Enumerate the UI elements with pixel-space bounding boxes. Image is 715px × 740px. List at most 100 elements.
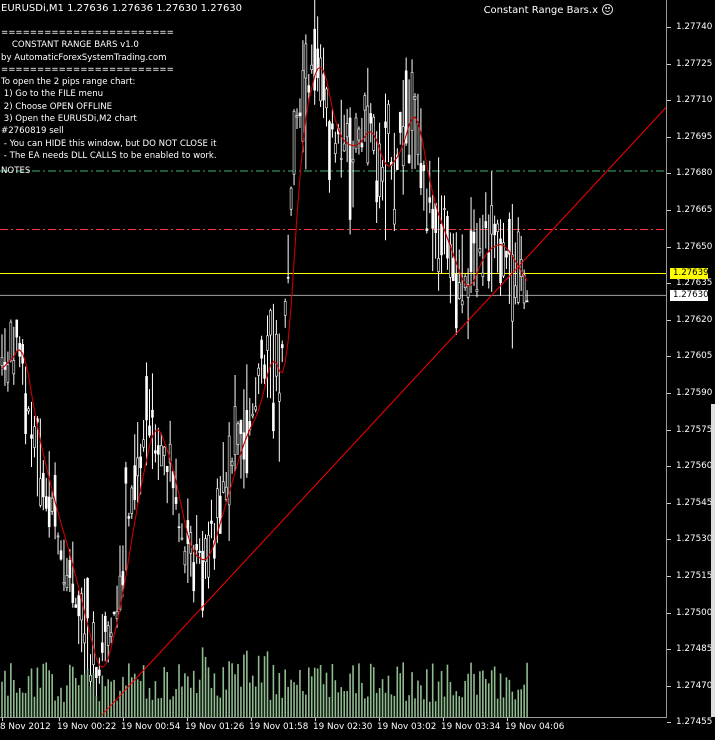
- time-label: 19 Nov 00:22: [57, 722, 117, 732]
- candle-body: [95, 666, 98, 679]
- candle-body: [360, 143, 364, 148]
- candle-body: [487, 252, 491, 282]
- candle-body: [145, 376, 148, 421]
- trendline: [101, 107, 666, 716]
- price-axis[interactable]: 1.27740 1.27725 1.27710 1.27695 1.27680 1.276…: [667, 0, 715, 727]
- candle-body: [505, 250, 508, 258]
- price-tick: [667, 173, 671, 175]
- candle-body: [369, 113, 373, 124]
- candle-body: [387, 104, 390, 134]
- price-label: 1.27680: [676, 168, 713, 179]
- candle-body: [283, 301, 287, 316]
- price-tick: [667, 100, 671, 102]
- candle-body: [260, 339, 263, 359]
- candle-body: [254, 406, 257, 411]
- candle-body: [124, 467, 128, 484]
- candle-body: [339, 158, 343, 160]
- time-label: 19 Nov 01:26: [185, 722, 245, 732]
- candle-body: [437, 258, 440, 272]
- symbol-title: EURUSDi,M1 1.27636 1.27636 1.27630 1.276…: [1, 3, 243, 14]
- candle-body: [239, 420, 243, 434]
- candle-body: [275, 333, 278, 377]
- candle-body: [422, 165, 426, 171]
- candle-body: [325, 88, 328, 109]
- candle-body: [331, 123, 334, 130]
- chart-area[interactable]: EURUSDi,M1 1.27636 1.27636 1.27630 1.276…: [0, 0, 667, 718]
- price-label: 1.27500: [676, 607, 713, 618]
- candle-body: [112, 612, 116, 614]
- bid-price-tag: 1.27639: [670, 268, 709, 280]
- candle-body: [39, 478, 42, 506]
- candle-body: [142, 439, 145, 448]
- candle-body: [431, 208, 435, 229]
- candle-body: [508, 218, 511, 255]
- price-tick: [667, 576, 671, 577]
- vertical-scrollbar[interactable]: [711, 404, 715, 717]
- candle-body: [30, 434, 33, 439]
- candle-body: [410, 72, 414, 132]
- candle-body: [62, 582, 66, 585]
- candle-body: [322, 73, 325, 101]
- price-tick: [667, 210, 671, 211]
- price-label: 1.27515: [676, 571, 713, 581]
- candle-body: [15, 319, 19, 338]
- candle-body: [342, 143, 346, 152]
- candle-body: [121, 571, 125, 586]
- smile-icon[interactable]: [602, 4, 613, 15]
- candle-body: [192, 562, 196, 592]
- candle-body: [443, 208, 446, 210]
- candle-body: [44, 496, 48, 509]
- candle-body: [481, 272, 485, 277]
- candle-body: [263, 364, 266, 379]
- candle-body: [27, 408, 30, 412]
- candle-body: [292, 110, 296, 175]
- candle-body: [106, 625, 110, 646]
- candle-body: [9, 321, 13, 361]
- time-tick: [507, 718, 508, 721]
- candle-body: [348, 117, 352, 220]
- time-label: 19 Nov 02:30: [313, 722, 373, 732]
- candle-body: [363, 95, 367, 111]
- candle-body: [381, 166, 384, 182]
- candle-body: [98, 669, 101, 676]
- candle-body: [0, 357, 4, 366]
- info-line: 3) Open the EURUSDi,M2 chart: [1, 114, 137, 125]
- candle-body: [230, 461, 234, 466]
- time-label: 19 Nov 04:06: [505, 722, 565, 732]
- price-tick: [667, 722, 671, 724]
- candle-body: [74, 604, 78, 608]
- price-tick: [667, 466, 671, 468]
- candle-body: [103, 615, 107, 632]
- info-line: To open the 2 pips range chart:: [1, 77, 136, 88]
- price-tick: [667, 136, 671, 138]
- price-label: 1.27665: [676, 205, 713, 215]
- price-label: 1.27620: [676, 314, 713, 325]
- time-axis[interactable]: 8 Nov 2012 19 Nov 00:22 19 Nov 00:54 19 Nov…: [0, 718, 666, 740]
- time-label: 19 Nov 00:54: [121, 722, 181, 732]
- candle-body: [251, 413, 255, 417]
- candle-body: [440, 223, 443, 256]
- candle-body: [151, 409, 154, 418]
- candle-body: [24, 393, 27, 435]
- candle-body: [71, 583, 75, 603]
- candle-body: [257, 367, 260, 376]
- candle-body: [316, 48, 319, 79]
- ea-info-panel: ======================== CONSTANT RANGE …: [1, 27, 217, 176]
- candle-body: [513, 285, 517, 298]
- candle-body: [177, 526, 181, 529]
- price-tick: [667, 356, 671, 358]
- price-label: 1.27575: [676, 424, 713, 435]
- candle-body: [162, 446, 166, 456]
- candle-body: [56, 535, 60, 538]
- info-line: - You can HIDE this window, but DO NOT C…: [1, 138, 217, 149]
- candle-body: [236, 423, 240, 445]
- price-label: 1.27710: [676, 95, 713, 106]
- candle-body: [478, 248, 482, 253]
- price-tick: [667, 685, 671, 687]
- candle-body: [502, 242, 505, 277]
- candle-body: [245, 410, 249, 474]
- candle-body: [180, 537, 184, 540]
- price-tick: [667, 283, 671, 285]
- candle-body: [354, 117, 358, 150]
- candle-body: [522, 274, 526, 304]
